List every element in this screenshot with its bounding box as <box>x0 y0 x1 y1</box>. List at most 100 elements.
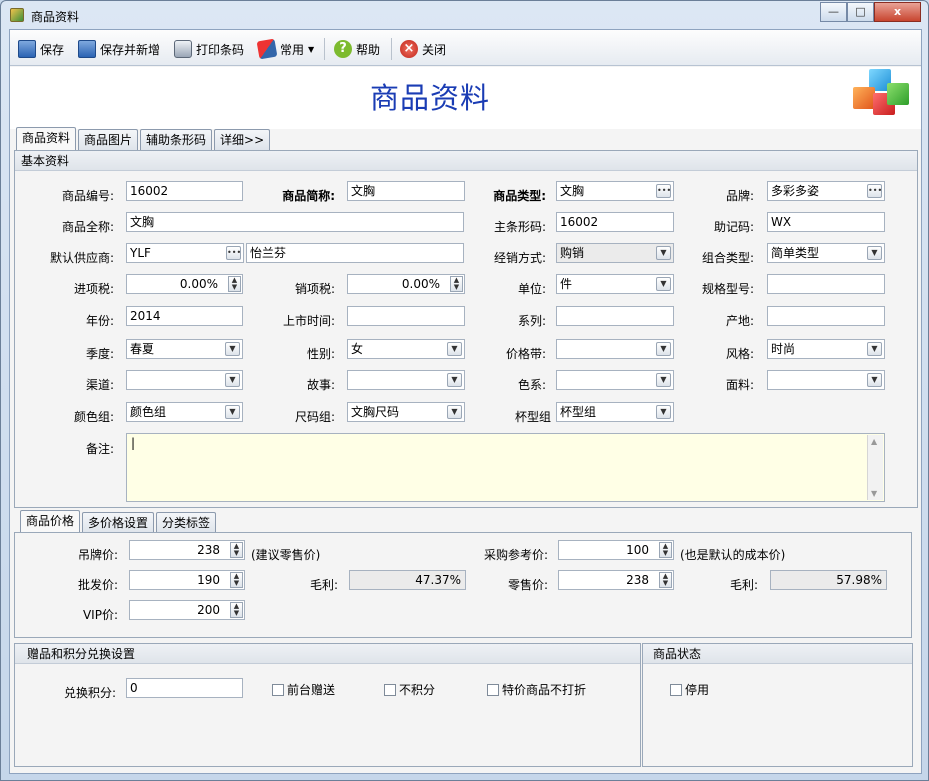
close-icon: × <box>400 40 418 58</box>
code-input[interactable]: 16002 <box>126 181 243 201</box>
story-label: 故事: <box>306 378 335 392</box>
checkbox-icon <box>487 683 499 696</box>
wholesale-price-input[interactable]: 190 ▲ ▼ <box>129 570 245 590</box>
help-button[interactable]: ? 帮助 <box>334 37 380 61</box>
origin-label: 产地: <box>725 314 754 328</box>
color-series-select[interactable]: ▼ <box>556 370 674 390</box>
price-band-select[interactable]: ▼ <box>556 339 674 359</box>
margin1-label: 毛利: <box>309 578 338 592</box>
title-bar: 商品资料 — □ x <box>1 1 928 29</box>
points-input[interactable]: 0 <box>126 678 243 698</box>
gift-checkbox[interactable]: 前台赠送 <box>272 681 335 698</box>
ellipsis-button[interactable]: ••• <box>867 184 882 198</box>
spinner-icon[interactable]: ▲ ▼ <box>659 542 672 558</box>
output-tax-input[interactable]: 0.00% ▲ ▼ <box>347 274 465 294</box>
purchase-price-input[interactable]: 100 ▲ ▼ <box>558 540 674 560</box>
series-label: 系列: <box>517 314 546 328</box>
close-window-button[interactable]: x <box>874 2 921 22</box>
unit-select[interactable]: 件 ▼ <box>556 274 674 294</box>
toolbar-separator <box>391 38 392 60</box>
short-name-label: 商品简称: <box>282 189 335 203</box>
tab-aux-barcode[interactable]: 辅助条形码 <box>140 129 213 151</box>
supplier-name-input[interactable]: 怡兰芬 <box>246 243 464 263</box>
gender-label: 性别: <box>306 347 335 361</box>
style-select[interactable]: 时尚 ▼ <box>767 339 885 359</box>
save-button[interactable]: 保存 <box>18 37 64 61</box>
size-group-label: 尺码组: <box>294 410 335 424</box>
tab-details[interactable]: 详细>> <box>214 129 271 151</box>
status-panel: 商品状态 <box>642 643 913 767</box>
color-group-select[interactable]: 颜色组 ▼ <box>126 402 243 422</box>
price-band-label: 价格带: <box>505 347 546 361</box>
tag-price-input[interactable]: 238 ▲ ▼ <box>129 540 245 560</box>
close-button[interactable]: × 关闭 <box>400 37 446 61</box>
special-no-discount-checkbox[interactable]: 特价商品不打折 <box>487 681 586 698</box>
remark-scrollbar[interactable]: ▲ ▼ <box>867 435 883 500</box>
brand-input[interactable]: 多彩多姿 ••• <box>767 181 885 201</box>
tab-product-price[interactable]: 商品价格 <box>20 510 81 534</box>
fabric-select[interactable]: ▼ <box>767 370 885 390</box>
type-input[interactable]: 文胸 ••• <box>556 181 674 201</box>
size-group-select[interactable]: 文胸尺码 ▼ <box>347 402 465 422</box>
barcode-input[interactable]: 16002 <box>556 212 674 232</box>
tab-multi-price[interactable]: 多价格设置 <box>82 512 155 534</box>
maximize-button[interactable]: □ <box>847 2 874 22</box>
fabric-label: 面料: <box>725 378 754 392</box>
sale-mode-select[interactable]: 购销 ▼ <box>556 243 674 263</box>
cup-group-select[interactable]: 杯型组 ▼ <box>556 402 674 422</box>
no-points-checkbox[interactable]: 不积分 <box>384 681 435 698</box>
story-select[interactable]: ▼ <box>347 370 465 390</box>
spinner-icon[interactable]: ▲ ▼ <box>228 276 241 292</box>
series-input[interactable] <box>556 306 674 326</box>
print-barcode-button[interactable]: 打印条码 <box>174 37 244 61</box>
spinner-icon[interactable]: ▲ ▼ <box>659 572 672 588</box>
remark-textarea[interactable]: | ▲ ▼ <box>126 433 885 502</box>
spinner-icon[interactable]: ▲ ▼ <box>230 602 243 618</box>
tab-product-info[interactable]: 商品资料 <box>16 127 77 151</box>
tab-category-tags[interactable]: 分类标签 <box>156 512 217 534</box>
common-menu-button[interactable]: 常用 ▼ <box>256 37 314 61</box>
ellipsis-button[interactable]: ••• <box>656 184 671 198</box>
save-new-button[interactable]: 保存并新增 <box>78 37 160 61</box>
checkbox-icon <box>384 683 396 696</box>
spinner-icon[interactable]: ▲ ▼ <box>230 542 243 558</box>
spinner-icon[interactable]: ▲ ▼ <box>450 276 463 292</box>
combo-type-select[interactable]: 简单类型 ▼ <box>767 243 885 263</box>
launch-input[interactable] <box>347 306 465 326</box>
client-area: 保存 保存并新增 打印条码 常用 ▼ ? 帮助 × 关闭 商品资料 商品资料 商品图片… <box>9 29 922 774</box>
combo-type-label: 组合类型: <box>701 251 754 265</box>
spec-input[interactable] <box>767 274 885 294</box>
year-input[interactable]: 2014 <box>126 306 243 326</box>
status-header: 商品状态 <box>643 644 912 664</box>
short-name-input[interactable]: 文胸 <box>347 181 465 201</box>
style-label: 风格: <box>725 347 754 361</box>
retail-price-input[interactable]: 238 ▲ ▼ <box>558 570 674 590</box>
launch-label: 上市时间: <box>282 314 335 328</box>
origin-input[interactable] <box>767 306 885 326</box>
margin2-label: 毛利: <box>729 578 758 592</box>
supplier-code-input[interactable]: YLF ••• <box>126 243 244 263</box>
wholesale-price-label: 批发价: <box>77 578 118 592</box>
toolbar: 保存 保存并新增 打印条码 常用 ▼ ? 帮助 × 关闭 <box>10 30 921 66</box>
scroll-down-icon[interactable]: ▼ <box>871 489 877 498</box>
channel-select[interactable]: ▼ <box>126 370 243 390</box>
disabled-checkbox[interactable]: 停用 <box>670 681 709 698</box>
chevron-down-icon: ▼ <box>656 342 671 356</box>
ellipsis-button[interactable]: ••• <box>226 246 241 260</box>
chevron-down-icon: ▼ <box>867 373 882 387</box>
price-tabs: 商品价格 多价格设置 分类标签 <box>20 510 217 534</box>
spinner-icon[interactable]: ▲ ▼ <box>230 572 243 588</box>
margin1-value: 47.37% <box>349 570 466 590</box>
code-label: 商品编号: <box>61 189 114 203</box>
mnemonic-input[interactable]: WX <box>767 212 885 232</box>
color-group-label: 颜色组: <box>73 410 114 424</box>
tab-product-images[interactable]: 商品图片 <box>78 129 139 151</box>
vip-price-input[interactable]: 200 ▲ ▼ <box>129 600 245 620</box>
full-name-input[interactable]: 文胸 <box>126 212 464 232</box>
scroll-up-icon[interactable]: ▲ <box>871 437 877 446</box>
season-select[interactable]: 春夏 ▼ <box>126 339 243 359</box>
gender-select[interactable]: 女 ▼ <box>347 339 465 359</box>
header-banner: 商品资料 <box>10 67 921 129</box>
minimize-button[interactable]: — <box>820 2 847 22</box>
input-tax-input[interactable]: 0.00% ▲ ▼ <box>126 274 243 294</box>
